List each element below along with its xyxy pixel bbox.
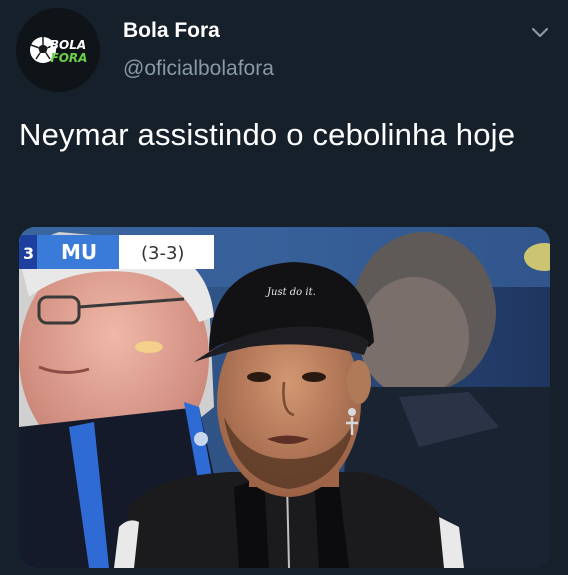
chevron-down-icon[interactable] [528,20,552,44]
scoreboard-overlay: 3 MU (3-3) [19,235,214,269]
tweet-photo[interactable]: Just do it. 3 MU (3-3) [19,227,550,568]
cap-logo-text: Just do it. [265,287,316,298]
score-left-fragment: 3 [23,244,34,263]
logo-text-top: BOLA [50,38,86,52]
photo-scene: Just do it. 3 MU (3-3) [19,227,550,568]
score-value: (3-3) [141,243,184,264]
display-name[interactable]: Bola Fora [123,18,220,44]
logo-text-bottom: FORA [51,51,88,65]
bola-fora-logo: BOLA FORA [16,8,100,92]
score-team: MU [61,240,97,264]
tweet-card: BOLA FORA Bola Fora @oficialbolafora Ney… [0,0,568,575]
user-handle[interactable]: @oficialbolafora [123,56,274,82]
tweet-text: Neymar assistindo o cebolinha hoje [19,117,516,152]
avatar[interactable]: BOLA FORA [16,8,100,92]
